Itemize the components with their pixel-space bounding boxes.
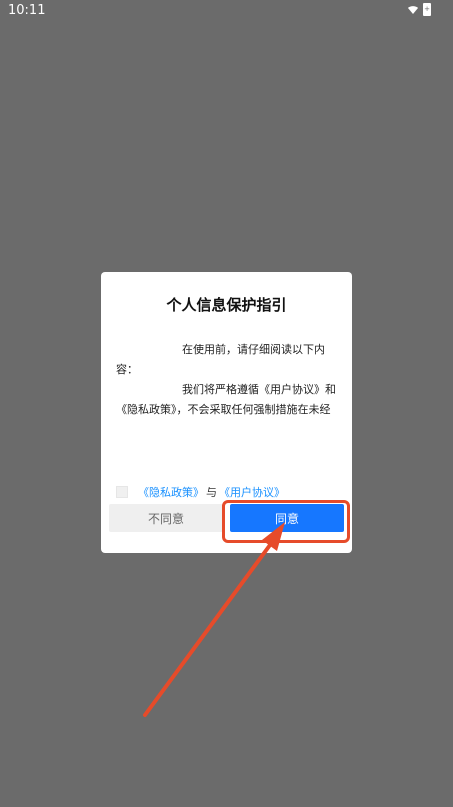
agree-button[interactable]: 同意 — [230, 504, 344, 532]
status-icons: + — [407, 3, 431, 16]
agreement-row: 《隐私政策》 与 《用户协议》 — [116, 484, 285, 500]
disagree-button[interactable]: 不同意 — [109, 504, 223, 532]
privacy-dialog: 个人信息保护指引 在使用前，请仔细阅读以下内容： 我们将严格遵循《用户协议》和《… — [101, 272, 352, 553]
content-line-2: 我们将严格遵循《用户协议》和《隐私政策》，不会采取任何强制措施在未经 — [116, 383, 336, 416]
dialog-content: 在使用前，请仔细阅读以下内容： 我们将严格遵循《用户协议》和《隐私政策》，不会采… — [116, 340, 338, 420]
battery-icon: + — [423, 3, 431, 16]
dialog-buttons: 不同意 同意 — [109, 504, 344, 532]
status-time: 10:11 — [8, 3, 46, 18]
agreement-connector: 与 — [206, 486, 217, 499]
content-line-1: 在使用前，请仔细阅读以下内容： — [116, 343, 325, 376]
user-agreement-link[interactable]: 《用户协议》 — [219, 484, 285, 500]
wifi-icon — [408, 5, 418, 14]
dialog-title: 个人信息保护指引 — [166, 296, 287, 314]
status-bar: 10:11 + — [0, 0, 453, 22]
privacy-policy-link[interactable]: 《隐私政策》 — [138, 484, 204, 500]
agreement-checkbox[interactable] — [116, 486, 128, 498]
